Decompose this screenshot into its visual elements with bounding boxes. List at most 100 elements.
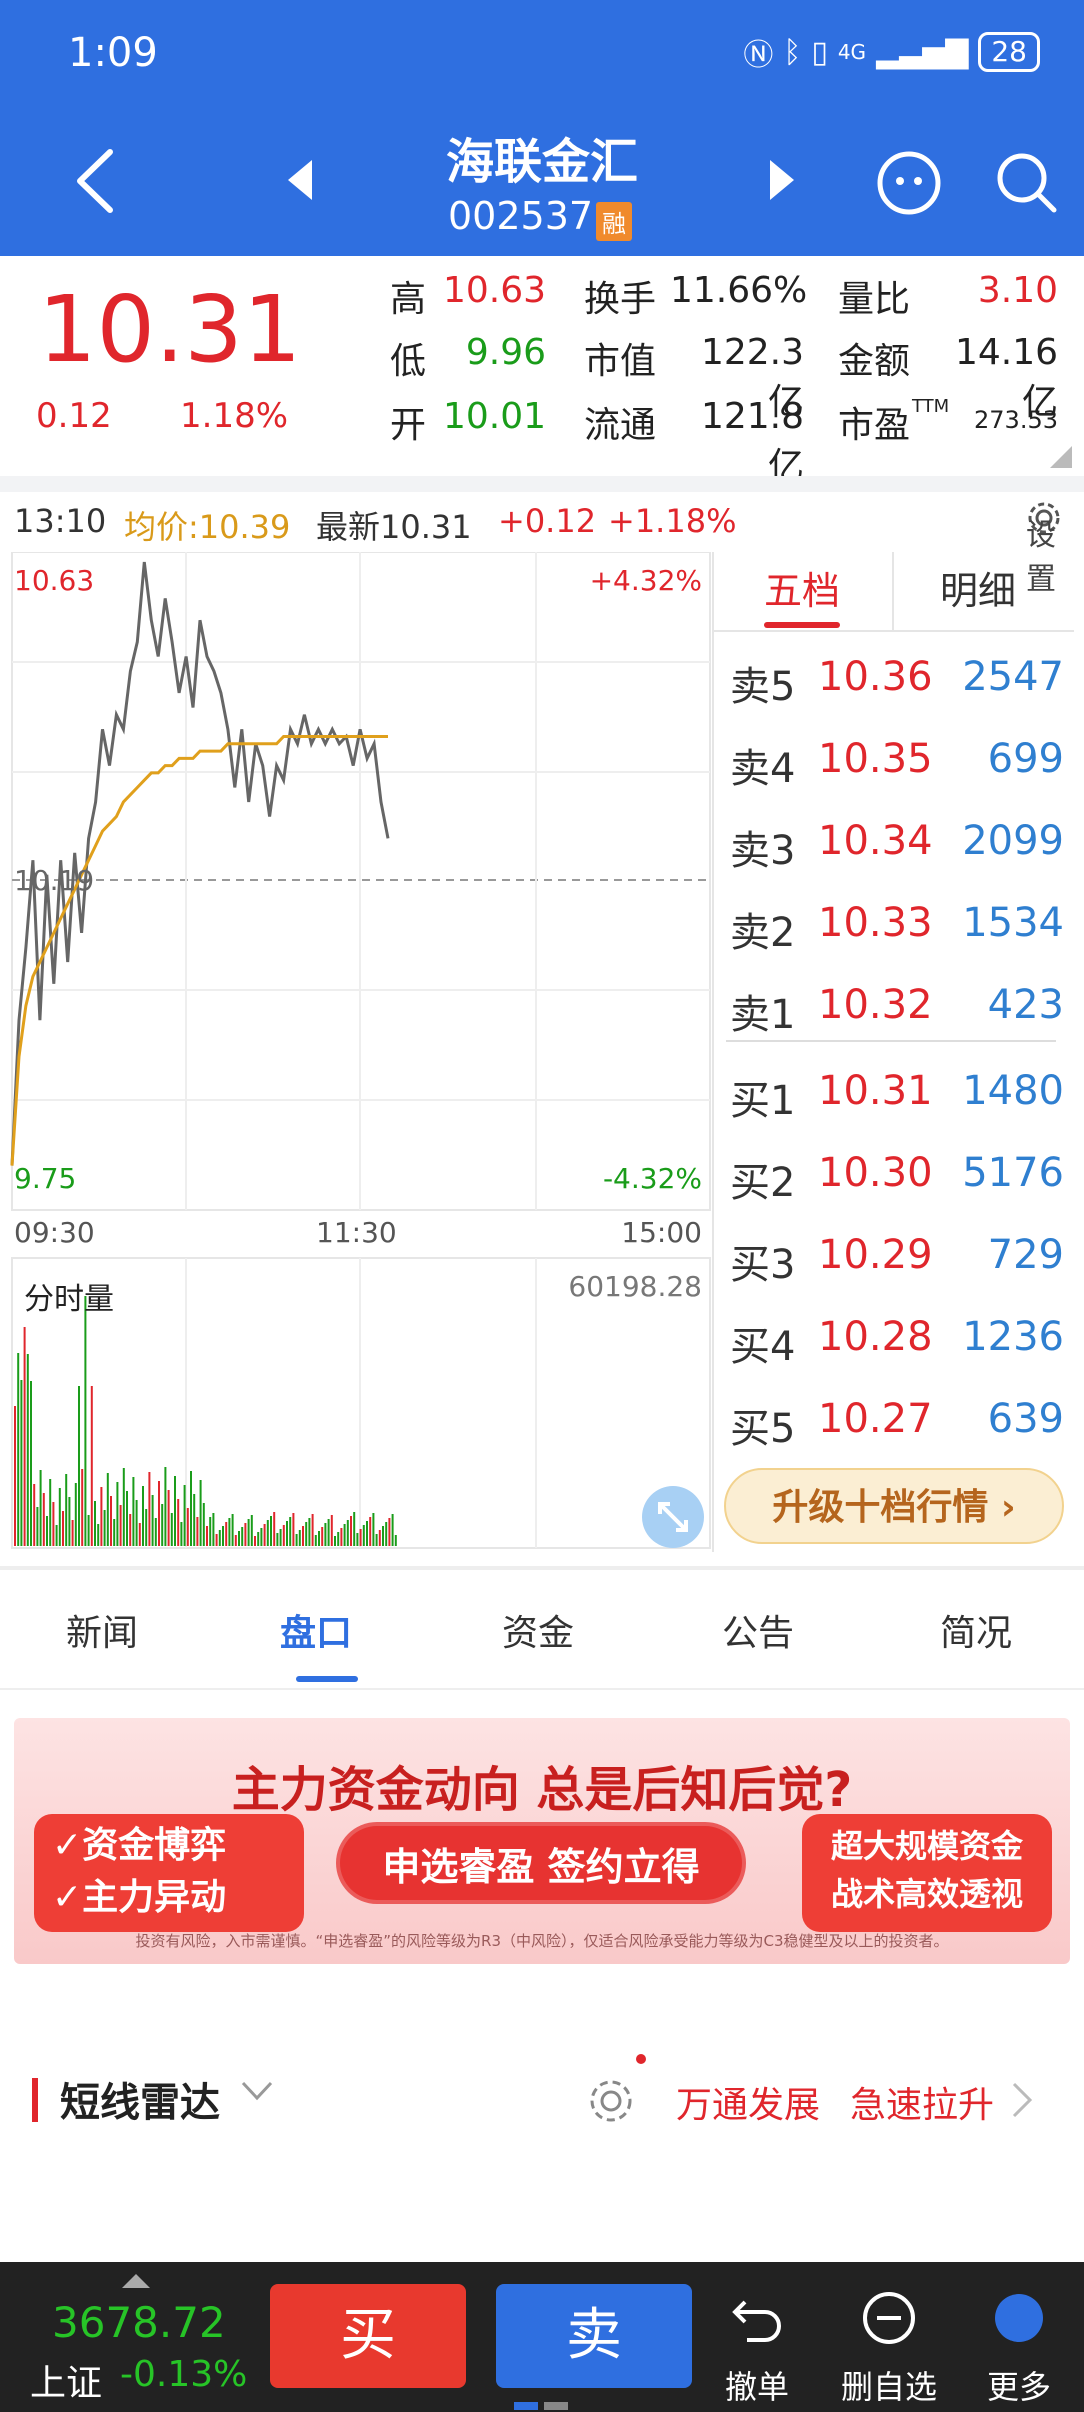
minus-circle-icon	[863, 2292, 915, 2344]
volume-bar	[295, 1534, 298, 1546]
volume-bar	[372, 1513, 375, 1546]
volume-bar	[321, 1527, 324, 1546]
volume-bar	[20, 1380, 23, 1546]
ask-row[interactable]: 卖2 10.33 1534	[714, 884, 1064, 966]
float-label: 流通	[584, 405, 657, 446]
chevron-right-icon[interactable]	[1010, 2080, 1034, 2120]
margin-badge: 融	[596, 202, 632, 241]
volume-bar	[58, 1488, 61, 1546]
ask-row[interactable]: 卖3 10.34 2099	[714, 802, 1064, 884]
cancel-order-button[interactable]: 撤单	[702, 2282, 812, 2406]
volume-bar	[318, 1531, 320, 1546]
chart-header: 13:10 均价:10.39 最新10.31 +0.12 +1.18% 设置	[0, 492, 1084, 597]
banner-cta-button[interactable]: 申选睿盈 签约立得	[336, 1822, 746, 1904]
ask-level-label: 卖2	[730, 910, 796, 956]
chat-icon[interactable]	[876, 150, 942, 216]
volume-bar	[327, 1519, 330, 1546]
index-value[interactable]: 3678.72	[52, 2298, 226, 2347]
bid-level-label: 买4	[730, 1324, 796, 1370]
volume-bar	[126, 1491, 128, 1546]
chart-change: +0.12	[498, 502, 597, 540]
low-value: 9.96	[465, 332, 546, 373]
bid-volume: 1236	[962, 1314, 1064, 1360]
gear-icon[interactable]	[586, 2076, 636, 2126]
banner-left-line1: ✓资金博弈	[52, 1825, 227, 1866]
volume-bar	[119, 1505, 122, 1546]
search-icon[interactable]	[994, 150, 1060, 216]
volume-bar	[305, 1522, 308, 1546]
divider	[0, 476, 1084, 492]
tab-news[interactable]: 新闻	[66, 1604, 138, 1656]
tab-profile[interactable]: 简况	[940, 1604, 1012, 1656]
next-stock-icon[interactable]	[770, 160, 794, 200]
volume-bar	[94, 1501, 96, 1546]
volume-bar	[343, 1524, 346, 1546]
bid-price: 10.27	[818, 1396, 933, 1442]
bid-row[interactable]: 买5 10.27 639	[714, 1380, 1064, 1462]
expand-corner-icon[interactable]	[1050, 446, 1072, 468]
network-label: 4G	[837, 40, 867, 64]
ask-bid-divider	[726, 1040, 1056, 1042]
volume-bar	[148, 1472, 151, 1546]
buy-button[interactable]: 买	[270, 2284, 466, 2388]
volume-bar	[55, 1525, 58, 1546]
ask-volume: 699	[987, 736, 1064, 782]
chevron-down-icon[interactable]	[240, 2080, 274, 2102]
settings-button[interactable]: 设置	[1026, 500, 1062, 597]
volume-bar	[39, 1470, 42, 1546]
bid-row[interactable]: 买2 10.30 5176	[714, 1134, 1064, 1216]
stock-code: 002537	[448, 194, 594, 238]
ask-row[interactable]: 卖5 10.36 2547	[714, 638, 1064, 720]
info-tabs: 新闻 盘口 资金 公告 简况	[0, 1570, 1084, 1690]
pct-max-label: +4.32%	[589, 564, 702, 597]
upgrade-level10-button[interactable]: 升级十档行情 ›	[724, 1468, 1064, 1544]
volume-bar	[241, 1527, 244, 1546]
volume-bar	[122, 1468, 125, 1546]
tab-detail[interactable]: 明细	[940, 560, 1016, 615]
volume-bar	[81, 1469, 84, 1546]
tab-funds[interactable]: 资金	[502, 1604, 574, 1656]
volume-bar	[330, 1515, 333, 1546]
volume-bar	[263, 1524, 266, 1546]
more-button[interactable]: 更多	[964, 2282, 1074, 2406]
volume-bar	[362, 1525, 365, 1546]
radar-title[interactable]: 短线雷达	[60, 2070, 220, 2128]
bid-row[interactable]: 买1 10.31 1480	[714, 1052, 1064, 1134]
tab-notice[interactable]: 公告	[722, 1604, 794, 1656]
remove-watchlist-button[interactable]: 删自选	[834, 2282, 944, 2406]
volume-bar	[282, 1525, 285, 1546]
intraday-chart[interactable]: 10.63 10.19 9.75 +4.32% -4.32% 09:30 11:…	[0, 551, 712, 1552]
bid-row[interactable]: 买4 10.28 1236	[714, 1298, 1064, 1380]
status-time: 1:09	[68, 30, 158, 76]
volume-bar	[42, 1493, 45, 1546]
volume-bar	[138, 1523, 141, 1546]
tab-active-indicator	[764, 622, 840, 628]
volume-bar	[260, 1528, 263, 1546]
volume-bar	[286, 1521, 288, 1546]
bid-row[interactable]: 买3 10.29 729	[714, 1216, 1064, 1298]
banner-left-line2: ✓主力异动	[52, 1877, 227, 1918]
quote-panel[interactable]: 10.31 0.12 1.18% 高 10.63 低 9.96 开 10.01 …	[0, 256, 1084, 487]
bid-price: 10.31	[818, 1068, 933, 1114]
ask-level-label: 卖3	[730, 828, 796, 874]
section-marker	[32, 2078, 38, 2122]
sell-button[interactable]: 卖	[496, 2284, 692, 2388]
bid-volume: 729	[987, 1232, 1064, 1278]
volume-bar	[231, 1514, 234, 1546]
ask-price: 10.34	[818, 818, 933, 864]
ad-banner[interactable]: 主力资金动向 总是后知后觉? ✓资金博弈 ✓主力异动 申选睿盈 签约立得 超大规…	[14, 1718, 1070, 1964]
index-expand-icon[interactable]	[122, 2274, 150, 2288]
volume-bar	[167, 1490, 170, 1546]
fullscreen-button[interactable]	[642, 1486, 704, 1548]
open-value: 10.01	[442, 396, 546, 437]
index-name: 上证	[30, 2363, 103, 2404]
volume-bar	[49, 1479, 52, 1546]
ask-row[interactable]: 卖4 10.35 699	[714, 720, 1064, 802]
tab-pankou[interactable]: 盘口	[280, 1604, 352, 1656]
tab-five-level[interactable]: 五档	[764, 560, 840, 615]
ask-row[interactable]: 卖1 10.32 423	[714, 966, 1064, 1048]
volume-bar	[183, 1485, 186, 1546]
radar-tag-signal[interactable]: 急速拉升	[850, 2076, 994, 2128]
radar-tag-stock[interactable]: 万通发展	[676, 2076, 820, 2128]
ask-price: 10.36	[818, 654, 933, 700]
